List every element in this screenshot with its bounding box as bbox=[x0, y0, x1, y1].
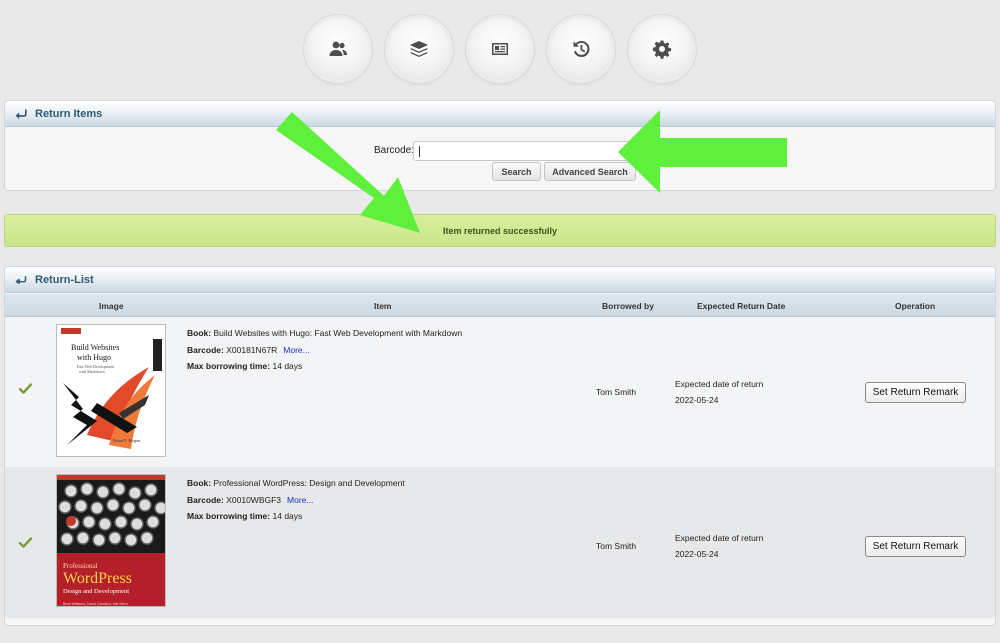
return-items-panel: Return Items Barcode: Search Advanced Se… bbox=[4, 100, 996, 191]
item-barcode: X00181N67R bbox=[226, 344, 278, 355]
return-items-title: Return Items bbox=[35, 107, 103, 120]
checkmark-icon bbox=[19, 537, 32, 548]
cover-subtitle-line2: with Markdown bbox=[79, 369, 105, 374]
table-header: Image Item Borrowed by Expected Return D… bbox=[5, 294, 995, 317]
text-caret bbox=[419, 146, 420, 157]
max-borrowing-time: 14 days bbox=[272, 361, 303, 371]
borrowed-by: Tom Smith bbox=[596, 387, 637, 397]
barcode-field-label: Barcode: bbox=[187, 494, 224, 505]
advanced-search-button[interactable]: Advanced Search bbox=[544, 162, 636, 181]
expected-return-label: Expected date of return bbox=[675, 379, 764, 389]
cover-kicker: Professional bbox=[63, 562, 98, 570]
cover-author: Brian P. Hogan bbox=[113, 438, 141, 443]
book-cover-image: Build Websites with Hugo Fast Web Develo… bbox=[56, 324, 166, 457]
barcode-label: Barcode: bbox=[374, 145, 415, 156]
column-header-item: Item bbox=[374, 301, 392, 311]
id-card-icon bbox=[492, 43, 508, 55]
return-arrow-icon bbox=[15, 109, 27, 119]
book-title: Build Websites with Hugo: Fast Web Devel… bbox=[213, 328, 463, 338]
max-borrowing-label: Max borrowing time: bbox=[187, 511, 271, 521]
set-return-remark-button[interactable]: Set Return Remark bbox=[865, 382, 966, 403]
cover-title: WordPress bbox=[63, 570, 132, 587]
set-return-remark-button[interactable]: Set Return Remark bbox=[865, 536, 966, 557]
max-borrowing-label: Max borrowing time: bbox=[187, 361, 271, 371]
expected-return-date: 2022-05-24 bbox=[675, 549, 719, 559]
borrowed-by: Tom Smith bbox=[596, 541, 637, 551]
cover-subtitle: Design and Development bbox=[63, 588, 129, 595]
nav-settings-button[interactable] bbox=[631, 18, 693, 80]
success-message: Item returned successfully bbox=[4, 214, 996, 247]
gear-icon bbox=[652, 40, 672, 59]
cover-authors: Brad Williams, David Damstra, Hal Stern bbox=[63, 602, 128, 606]
more-link[interactable]: More... bbox=[283, 345, 309, 355]
return-list-header: Return-List bbox=[5, 267, 995, 293]
nav-records-button[interactable] bbox=[469, 18, 531, 80]
item-barcode: X0010WBGF3 bbox=[226, 494, 282, 505]
expected-return-date: 2022-05-24 bbox=[675, 395, 719, 405]
return-all-arrow-icon bbox=[15, 275, 27, 284]
expected-return: Expected date of return 2022-05-24 bbox=[675, 376, 763, 408]
table-row: Build Websites with Hugo Fast Web Develo… bbox=[5, 317, 995, 468]
column-header-image: Image bbox=[99, 301, 124, 311]
top-navigation bbox=[0, 0, 1000, 96]
nav-items-button[interactable] bbox=[388, 18, 450, 80]
nav-history-button[interactable] bbox=[550, 18, 612, 80]
expected-return: Expected date of return 2022-05-24 bbox=[675, 530, 763, 562]
history-icon bbox=[573, 40, 590, 57]
nav-users-button[interactable] bbox=[307, 18, 369, 80]
column-header-operation: Operation bbox=[895, 301, 936, 311]
more-link[interactable]: More... bbox=[287, 495, 313, 505]
book-label: Book: bbox=[187, 478, 212, 488]
cover-title-line2: with Hugo bbox=[77, 353, 111, 362]
layers-icon bbox=[410, 41, 428, 57]
item-details: Book: Professional WordPress: Design and… bbox=[187, 475, 405, 525]
return-list-title: Return-List bbox=[35, 273, 94, 286]
book-title: Professional WordPress: Design and Devel… bbox=[213, 478, 405, 488]
checkmark-icon bbox=[19, 383, 32, 394]
column-header-borrowed-by: Borrowed by bbox=[602, 301, 654, 311]
barcode-field-label: Barcode: bbox=[187, 344, 224, 355]
max-borrowing-time: 14 days bbox=[272, 511, 303, 521]
cover-title-line1: Build Websites bbox=[71, 343, 119, 352]
return-items-header: Return Items bbox=[5, 101, 995, 127]
users-icon bbox=[329, 41, 347, 56]
search-button[interactable]: Search bbox=[492, 162, 541, 181]
return-list-panel: Return-List Image Item Borrowed by Expec… bbox=[4, 266, 996, 626]
expected-return-label: Expected date of return bbox=[675, 533, 764, 543]
table-row: Professional WordPress Design and Develo… bbox=[5, 467, 995, 618]
column-header-expected-return-date: Expected Return Date bbox=[697, 301, 786, 311]
book-label: Book: bbox=[187, 328, 212, 338]
barcode-input[interactable] bbox=[413, 141, 636, 161]
item-details: Book: Build Websites with Hugo: Fast Web… bbox=[187, 325, 462, 375]
book-cover-image: Professional WordPress Design and Develo… bbox=[56, 474, 166, 607]
